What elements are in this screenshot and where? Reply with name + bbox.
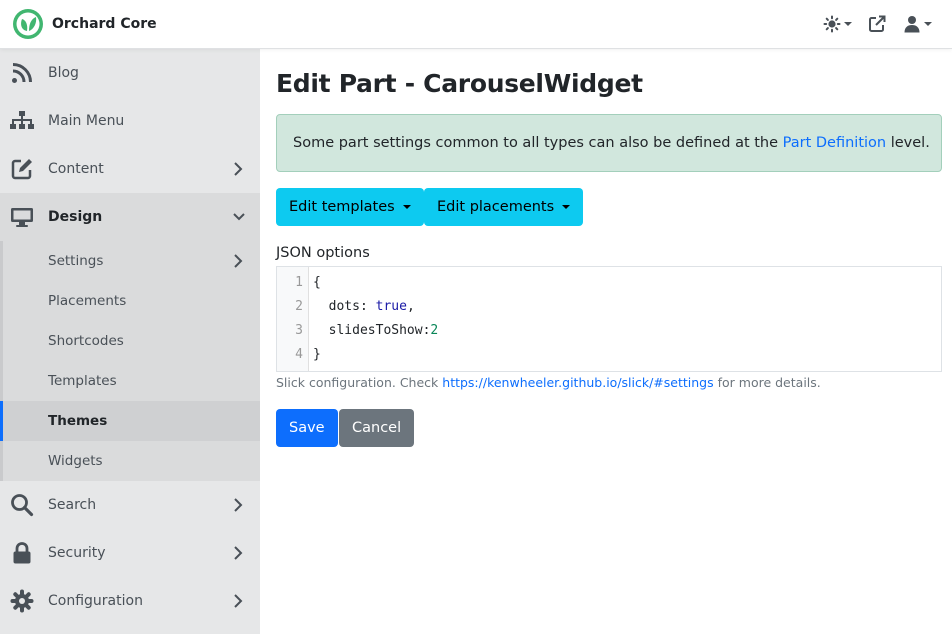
sidebar-item-label: Search <box>48 497 97 513</box>
code-keyword: true <box>375 299 407 314</box>
chevron-right-icon <box>234 254 243 268</box>
cog-icon <box>10 589 34 613</box>
edit-templates-label: Edit templates <box>289 199 395 215</box>
brand-name: Orchard Core <box>52 16 157 32</box>
json-options-label: JSON options <box>276 245 370 261</box>
search-icon <box>10 493 34 517</box>
sidebar-item-shortcodes[interactable]: Shortcodes <box>0 321 260 361</box>
chevron-down-icon <box>562 205 571 209</box>
sidebar-item-design[interactable]: Design <box>0 193 260 241</box>
sidebar-item-label: Placements <box>48 293 127 309</box>
page-title: Edit Part - CarouselWidget <box>276 69 643 98</box>
sidebar-item-label: Content <box>48 161 104 177</box>
sidebar-item-security[interactable]: Security <box>0 529 260 577</box>
desktop-icon <box>10 205 34 229</box>
sidebar-item-configuration[interactable]: Configuration <box>0 577 260 625</box>
theme-toggle-button[interactable] <box>823 13 852 35</box>
line-number: 2 <box>295 299 303 314</box>
slick-settings-link[interactable]: https://kenwheeler.github.io/slick/#sett… <box>442 375 713 390</box>
line-number: 1 <box>295 275 303 290</box>
sidebar-item-blog[interactable]: Blog <box>0 49 260 97</box>
hint-text: Slick configuration. Check <box>276 375 443 390</box>
sidebar-item-content[interactable]: Content <box>0 145 260 193</box>
chevron-right-icon <box>234 546 243 560</box>
edit-placements-button[interactable]: Edit placements <box>424 188 584 226</box>
sidebar-item-placements[interactable]: Placements <box>0 281 260 321</box>
code-line: slidesToShow:2 <box>313 323 439 338</box>
brand-link[interactable]: Orchard Core <box>12 8 157 40</box>
sidebar-item-settings[interactable]: Settings <box>0 241 260 281</box>
hint-text-end: for more details. <box>713 375 821 390</box>
sidebar-item-label: Widgets <box>48 453 103 469</box>
lock-icon <box>10 541 34 565</box>
sidebar-item-label: Configuration <box>48 593 143 609</box>
part-definition-link[interactable]: Part Definition <box>783 135 886 151</box>
rss-icon <box>10 61 34 85</box>
edit-templates-button[interactable]: Edit templates <box>276 188 424 226</box>
sidebar-item-label: Themes <box>48 413 108 429</box>
sidebar-item-label: Templates <box>48 373 117 389</box>
code-text: slidesToShow: <box>313 323 431 338</box>
sidebar-group-design: Design Settings Placements Shortcodes Te… <box>0 193 260 481</box>
code-line: dots: true, <box>313 299 415 314</box>
alert-text-end: level. <box>886 135 930 151</box>
edit-placements-label: Edit placements <box>437 199 555 215</box>
sidebar-item-label: Security <box>48 545 106 561</box>
code-number: 2 <box>430 323 439 338</box>
sidebar-item-label: Design <box>48 209 103 225</box>
sidebar-item-templates[interactable]: Templates <box>0 361 260 401</box>
sidebar-item-main-menu[interactable]: Main Menu <box>0 97 260 145</box>
cancel-button[interactable]: Cancel <box>339 409 415 447</box>
code-line: } <box>313 347 321 362</box>
sidebar: Blog Main Menu Content Design Settings P… <box>0 49 260 634</box>
code-text: dots: <box>313 299 376 314</box>
sidebar-item-label: Shortcodes <box>48 333 124 349</box>
chevron-right-icon <box>234 498 243 512</box>
user-icon <box>904 16 920 33</box>
sidebar-item-themes[interactable]: Themes <box>0 401 260 441</box>
info-alert: Some part settings common to all types c… <box>276 114 942 172</box>
sidebar-item-label: Settings <box>48 253 104 269</box>
json-options-hint: Slick configuration. Check https://kenwh… <box>276 375 821 390</box>
line-number-gutter: 1 2 3 4 <box>277 267 309 371</box>
chevron-down-icon <box>924 22 932 26</box>
user-menu-button[interactable] <box>903 13 932 35</box>
save-button[interactable]: Save <box>276 409 338 447</box>
edit-icon <box>10 157 34 181</box>
top-navbar: Orchard Core <box>0 0 952 49</box>
sidebar-item-widgets[interactable]: Widgets <box>0 441 260 481</box>
sun-icon <box>823 15 841 33</box>
chevron-right-icon <box>234 162 243 176</box>
code-text: , <box>406 299 415 314</box>
sidebar-item-label: Main Menu <box>48 113 125 129</box>
orchard-logo-icon <box>13 9 43 39</box>
sidebar-item-search[interactable]: Search <box>0 481 260 529</box>
design-submenu: Settings Placements Shortcodes Templates… <box>0 241 260 481</box>
chevron-down-icon <box>233 213 245 221</box>
chevron-down-icon <box>402 205 411 209</box>
external-link-icon <box>869 15 886 32</box>
json-options-editor[interactable]: 1 2 3 4 { dots: true, slidesToShow:2 } <box>276 266 942 372</box>
line-number: 3 <box>295 323 303 338</box>
chevron-down-icon <box>844 22 852 26</box>
alert-text: Some part settings common to all types c… <box>293 135 783 151</box>
sidebar-item-label: Blog <box>48 65 79 81</box>
chevron-right-icon <box>234 594 243 608</box>
line-number: 4 <box>295 347 303 362</box>
visit-site-button[interactable] <box>868 13 886 35</box>
sitemap-icon <box>10 109 34 133</box>
code-line: { <box>313 275 321 290</box>
code-text: { <box>313 275 321 290</box>
code-text: } <box>313 347 321 362</box>
